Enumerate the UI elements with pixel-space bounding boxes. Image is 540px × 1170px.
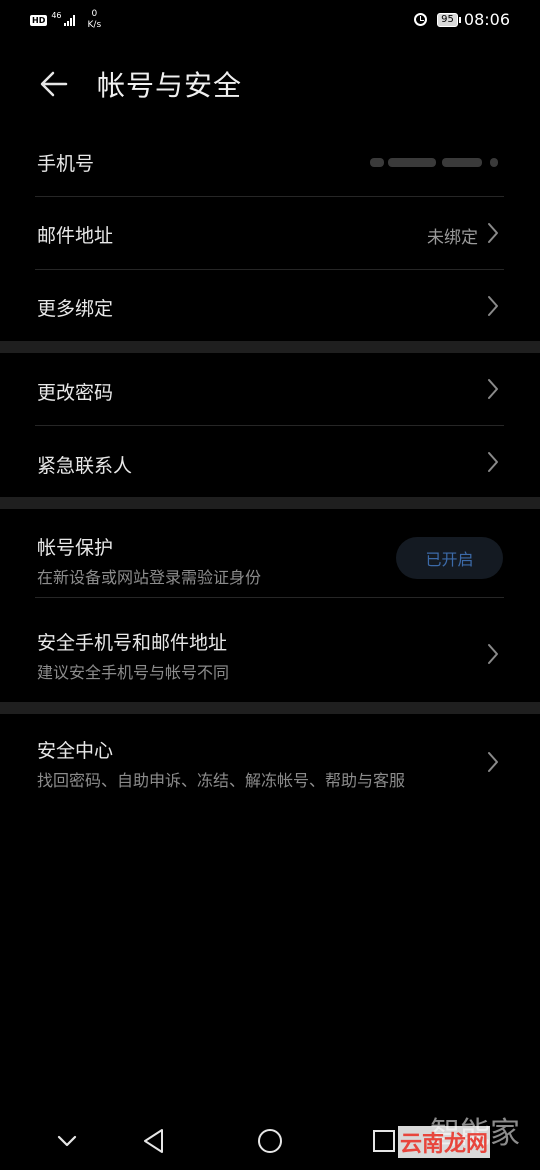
row-phone-label: 手机号 xyxy=(37,153,95,175)
speed-unit: K/s xyxy=(87,20,102,30)
home-circle-icon[interactable] xyxy=(256,1127,284,1155)
chevron-right-icon xyxy=(488,379,498,399)
chevron-right-icon xyxy=(488,296,498,316)
row-account-protection-label: 帐号保护 xyxy=(37,537,114,559)
hide-keyboard-chevron-icon[interactable] xyxy=(55,1129,79,1153)
recents-square-icon[interactable] xyxy=(372,1129,396,1153)
row-more-binding[interactable]: 更多绑定 xyxy=(0,270,540,341)
status-right: 95 08:06 xyxy=(414,10,510,29)
row-account-protection-subtitle: 在新设备或网站登录需验证身份 xyxy=(37,568,262,587)
back-triangle-icon[interactable] xyxy=(142,1128,166,1154)
phone-number-redacted xyxy=(370,150,500,174)
signal-icon xyxy=(63,14,76,26)
row-email-label: 邮件地址 xyxy=(37,225,114,247)
row-emergency-contact-label: 紧急联系人 xyxy=(37,455,133,477)
row-secure-phone-email-subtitle: 建议安全手机号与帐号不同 xyxy=(37,663,230,682)
alarm-icon xyxy=(414,13,428,26)
chevron-right-icon xyxy=(488,644,498,664)
status-left: HD 46 0 K/s xyxy=(30,9,101,31)
row-secure-phone-email-label: 安全手机号和邮件地址 xyxy=(37,632,228,654)
page-title: 帐号与安全 xyxy=(97,69,243,102)
status-bar: HD 46 0 K/s 95 08:06 xyxy=(0,0,540,40)
back-arrow-icon[interactable] xyxy=(38,68,70,100)
account-protection-status-button[interactable]: 已开启 xyxy=(396,537,503,579)
row-secure-phone-email[interactable]: 安全手机号和邮件地址 建议安全手机号与帐号不同 xyxy=(0,598,540,702)
row-security-center-subtitle: 找回密码、自助申诉、冻结、解冻帐号、帮助与客服 xyxy=(37,771,406,790)
hd-icon: HD xyxy=(30,14,48,26)
row-more-binding-label: 更多绑定 xyxy=(37,298,114,320)
clock: 08:06 xyxy=(463,10,510,29)
chevron-right-icon xyxy=(488,752,498,772)
row-change-password-label: 更改密码 xyxy=(37,382,114,404)
row-email[interactable]: 邮件地址 未绑定 xyxy=(0,197,540,269)
network-type: 46 xyxy=(51,11,62,20)
row-security-center-label: 安全中心 xyxy=(37,740,114,762)
section-gap xyxy=(0,341,540,353)
chevron-right-icon xyxy=(488,452,498,472)
network-speed: 0 K/s xyxy=(88,9,102,31)
battery-icon: 95 xyxy=(437,12,461,27)
section-gap xyxy=(0,702,540,714)
row-email-value: 未绑定 xyxy=(427,228,478,248)
row-security-center[interactable]: 安全中心 找回密码、自助申诉、冻结、解冻帐号、帮助与客服 xyxy=(0,714,540,814)
speed-value: 0 xyxy=(91,9,98,19)
header: 帐号与安全 xyxy=(0,60,540,110)
row-emergency-contact[interactable]: 紧急联系人 xyxy=(0,426,540,497)
row-change-password[interactable]: 更改密码 xyxy=(0,353,540,425)
system-nav-bar xyxy=(0,1110,540,1170)
chevron-right-icon xyxy=(488,223,498,243)
section-gap xyxy=(0,497,540,509)
